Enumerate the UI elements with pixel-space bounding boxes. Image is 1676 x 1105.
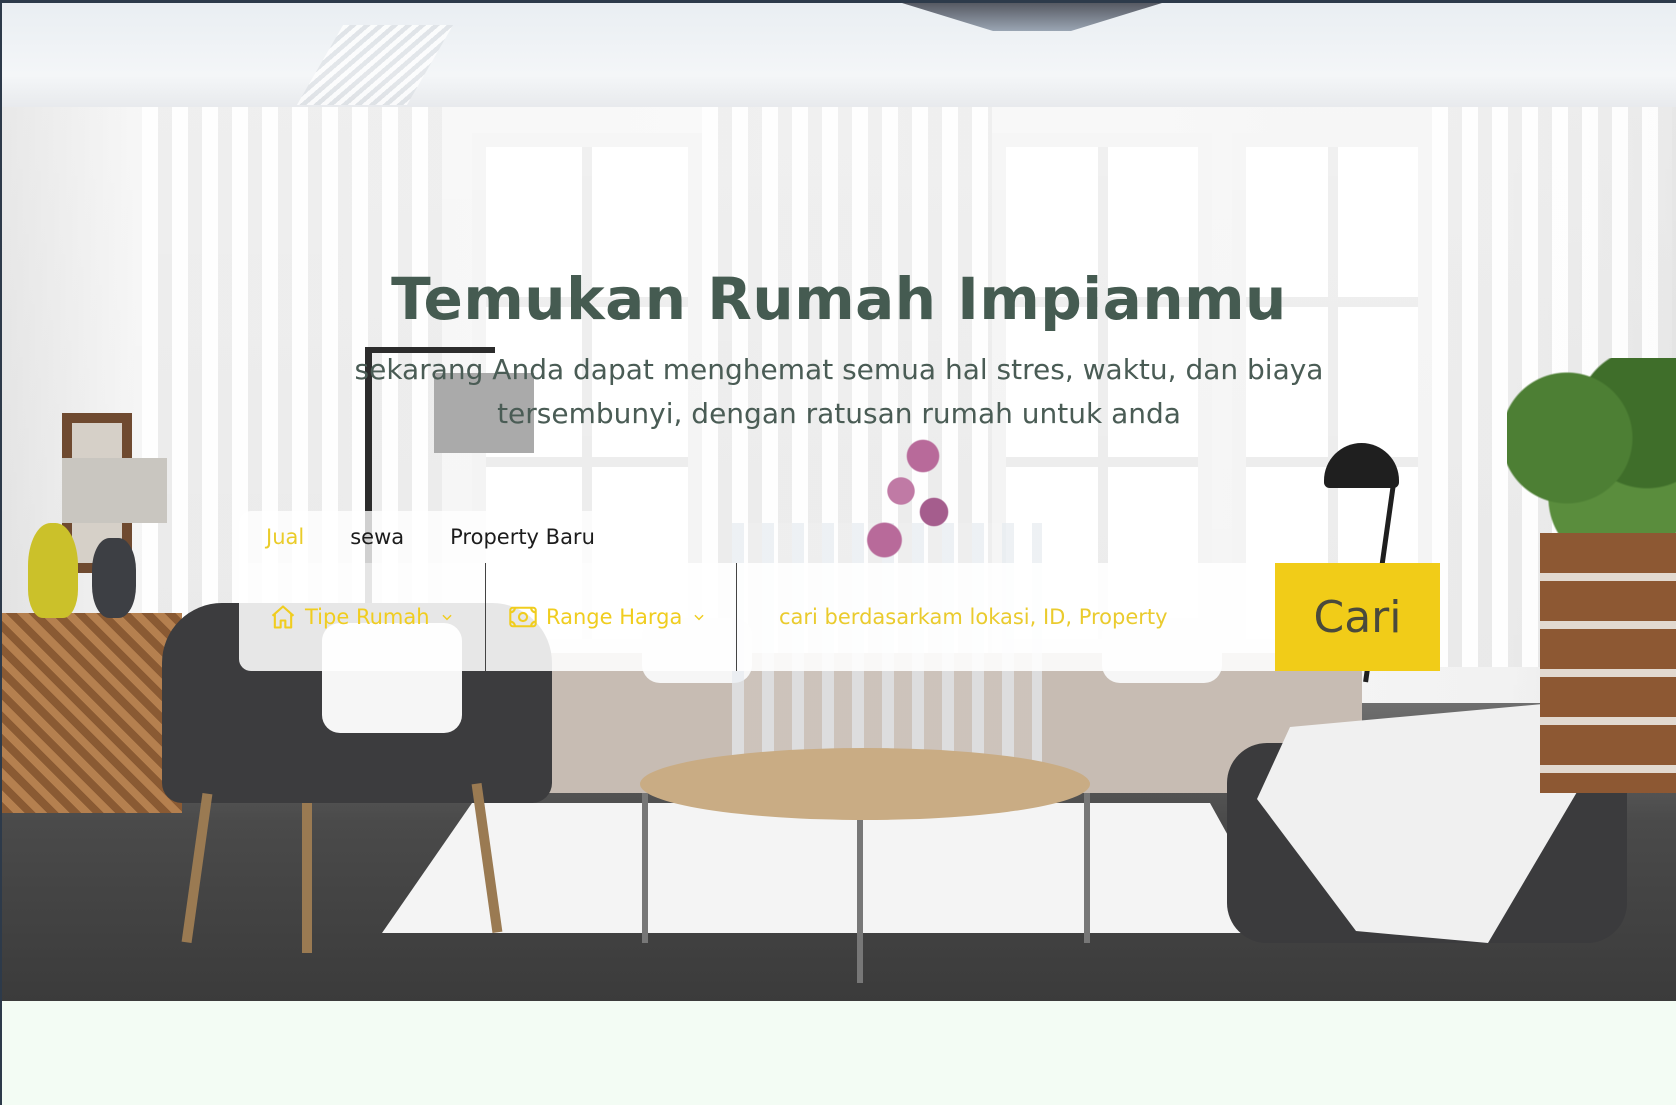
table-leg: [857, 803, 863, 983]
page: Temukan Rumah Impianmu sekarang Anda dap…: [2, 3, 1676, 1105]
money-icon: [509, 606, 537, 628]
tab-property-baru[interactable]: Property Baru: [450, 525, 595, 549]
table-leg: [1084, 793, 1090, 943]
home-icon: [271, 605, 295, 629]
price-range-label: Range Harga: [546, 605, 683, 629]
price-range-dropdown[interactable]: Range Harga: [486, 563, 737, 671]
search-input[interactable]: [737, 563, 1275, 671]
hero-title: Temukan Rumah Impianmu: [391, 265, 1287, 333]
tab-sewa[interactable]: sewa: [350, 525, 404, 549]
yellow-vase: [28, 523, 78, 618]
plant-pot: [1540, 533, 1676, 793]
tab-jual[interactable]: Jual: [266, 525, 304, 549]
sideboard: [2, 613, 182, 813]
coffee-table: [640, 748, 1090, 820]
chevron-down-icon: [694, 614, 704, 621]
ceiling-light-fixture: [902, 3, 1162, 31]
plant-leaves: [1507, 358, 1676, 558]
chevron-down-icon: [441, 614, 452, 621]
armchair-leg: [302, 803, 312, 953]
orchid-flowers: [857, 428, 967, 568]
search-tabs: Jual sewa Property Baru: [239, 511, 641, 563]
table-leg: [642, 793, 648, 943]
dark-vase: [92, 538, 136, 618]
search-bar: Tipe Rumah Range Harga Cari: [239, 563, 1440, 671]
search-button[interactable]: Cari: [1275, 563, 1440, 671]
hero-background-image: [2, 3, 1676, 1001]
rug: [382, 803, 1282, 933]
table-lamp: [62, 458, 167, 523]
house-type-dropdown[interactable]: Tipe Rumah: [239, 563, 486, 671]
ceiling-light-reflection: [296, 25, 454, 105]
hero-subtitle: sekarang Anda dapat menghemat semua hal …: [354, 353, 1324, 430]
ceiling: [2, 3, 1676, 107]
house-type-label: Tipe Rumah: [305, 605, 430, 629]
